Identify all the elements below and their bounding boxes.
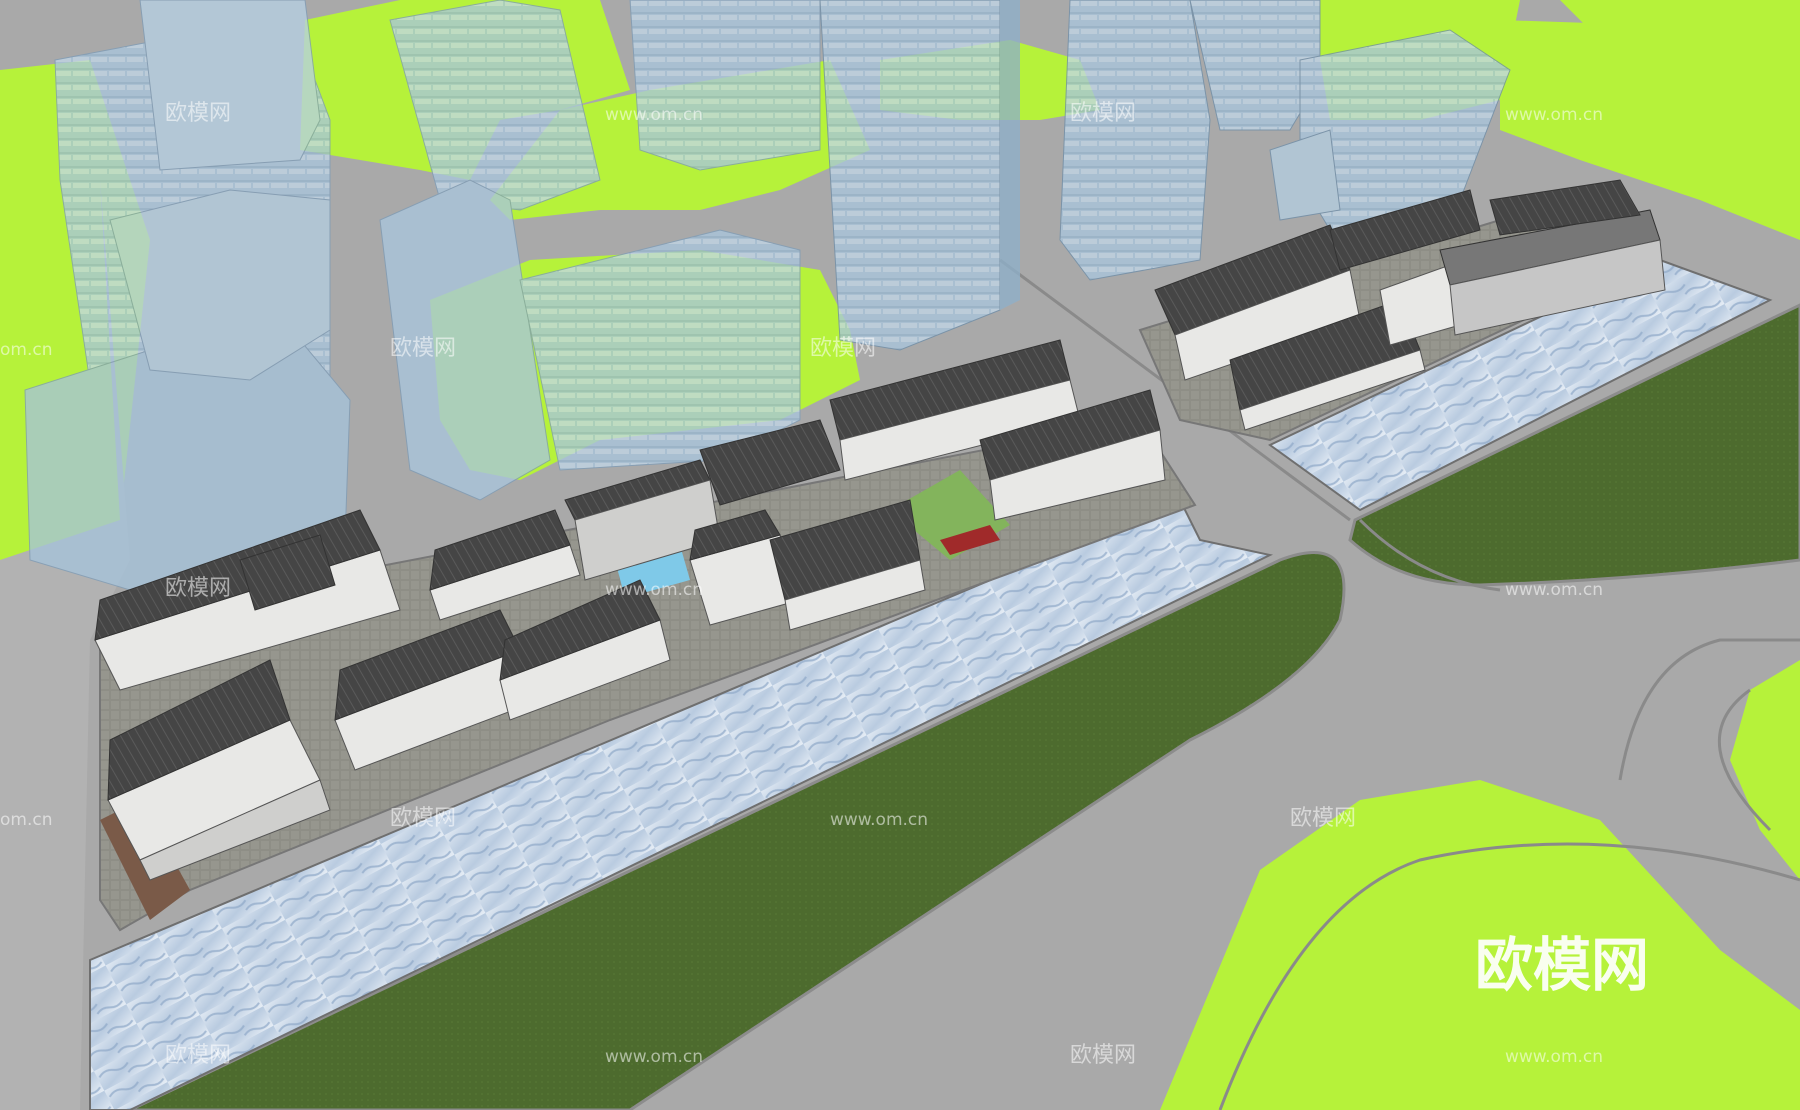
architectural-3d-site-model: 欧模网 欧模网 欧模网 欧模网 欧模网 欧模网 欧模网 欧模网 欧模网 www.… xyxy=(0,0,1800,1110)
watermark-brand: 欧模网 xyxy=(1070,1043,1136,1068)
watermark-brand: 欧模网 xyxy=(165,101,231,126)
big-logo-watermark: 欧模网 xyxy=(1475,931,1649,999)
watermark-site: www.om.cn xyxy=(605,105,703,125)
watermark-brand: 欧模网 xyxy=(390,806,456,831)
watermark-site: www.om.cn xyxy=(1505,580,1603,600)
watermark-brand: 欧模网 xyxy=(810,336,876,361)
watermark-site: www.om.cn xyxy=(830,810,928,830)
watermark-brand: 欧模网 xyxy=(165,1043,231,1068)
watermark-site-short: om.cn xyxy=(0,340,53,360)
watermark-site-short: om.cn xyxy=(0,810,53,830)
watermark-site: www.om.cn xyxy=(605,1047,703,1067)
watermark-brand: 欧模网 xyxy=(1290,806,1356,831)
watermark-site: www.om.cn xyxy=(1505,1047,1603,1067)
watermark-brand: 欧模网 xyxy=(390,336,456,361)
watermark-brand: 欧模网 xyxy=(165,576,231,601)
watermark-brand: 欧模网 xyxy=(1070,101,1136,126)
watermark-site: www.om.cn xyxy=(1505,105,1603,125)
watermark-site: www.om.cn xyxy=(605,580,703,600)
